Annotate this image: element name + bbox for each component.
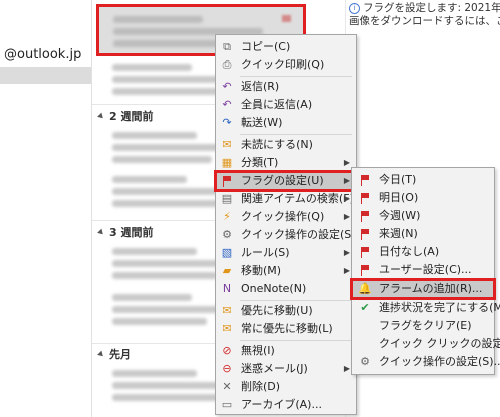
submenu-item-next-week[interactable]: 来週(N) <box>352 225 494 243</box>
message-flag-icon[interactable] <box>282 15 291 22</box>
menu-item-categorize[interactable]: ▦ 分類(T) ▶ <box>216 154 356 172</box>
unread-icon: ✉ <box>222 138 232 151</box>
categorize-icon: ▦ <box>221 156 233 169</box>
always-move-focused-icon: ✉ <box>222 322 232 335</box>
flag-today-icon <box>358 173 372 187</box>
collapse-triangle-icon <box>97 228 105 236</box>
delete-icon: ✕ <box>222 380 232 393</box>
flag-tomorrow-icon <box>358 191 372 205</box>
flag-this-week-icon <box>358 209 372 223</box>
menu-item-rules[interactable]: ▧ ルール(S) ▶ <box>216 244 356 262</box>
menu-item-quick-steps[interactable]: ⚡ クイック操作(Q) ▶ <box>216 208 356 226</box>
rules-icon: ▧ <box>221 246 233 259</box>
menu-item-copy[interactable]: ⧉ コピー(C) <box>216 38 356 56</box>
menu-item-move-to-focused[interactable]: ✉ 優先に移動(U) <box>216 302 356 320</box>
info-bar[interactable]: iフラグを設定します: 2021年9月13日 画像をダウンロードするには、ここを… <box>349 2 500 28</box>
menu-item-move[interactable]: ▰ 移動(M) ▶ <box>216 262 356 280</box>
quick-steps-settings-icon: ⚙ <box>222 228 232 241</box>
context-menu: ⧉ コピー(C) ⎙ クイック印刷(Q) ↶ 返信(R) ↶ 全員に返信(A) … <box>214 34 366 415</box>
outlook-window: @outlook.jp 2 週間前 3 週間前 先月 i フラグを設定します: … <box>0 0 500 417</box>
reply-icon: ↶ <box>222 80 232 93</box>
flag-submenu: 今日(T) 明日(O) 今週(W) 来週(N) 日付なし(A) ユーザー設定(C… <box>350 167 500 375</box>
archive-icon: ▭ <box>221 398 233 411</box>
move-to-focused-icon: ✉ <box>222 304 232 317</box>
quick-steps-icon: ⚡ <box>223 210 231 223</box>
menu-item-always-move-to-focused[interactable]: ✉ 常に優先に移動(L) <box>216 320 356 338</box>
menu-item-delete[interactable]: ✕ 削除(D) <box>216 378 356 396</box>
submenu-arrow-icon: ▶ <box>343 158 350 167</box>
ignore-icon: ⊘ <box>222 344 232 357</box>
flag-custom-icon <box>358 263 372 277</box>
forward-icon: ↷ <box>222 116 232 129</box>
collapse-triangle-icon <box>97 350 105 358</box>
submenu-arrow-icon: ▶ <box>343 212 350 221</box>
info-icon: i <box>349 2 360 14</box>
menu-item-onenote[interactable]: N OneNote(N) <box>216 280 356 298</box>
submenu-arrow-icon: ▶ <box>343 266 350 275</box>
menu-item-follow-up[interactable]: フラグの設定(U) ▶ <box>214 170 358 192</box>
submenu-arrow-icon: ▶ <box>343 176 350 185</box>
submenu-arrow-icon: ▶ <box>343 364 350 373</box>
menu-item-reply-all[interactable]: ↶ 全員に返信(A) <box>216 96 356 114</box>
reply-all-icon: ↶ <box>222 98 232 111</box>
quick-steps-settings-icon: ⚙ <box>360 355 370 368</box>
find-related-icon: ▤ <box>221 192 233 205</box>
onenote-icon: N <box>222 282 232 295</box>
menu-item-archive[interactable]: ▭ アーカイブ(A)... <box>216 396 356 414</box>
account-email[interactable]: @outlook.jp <box>4 47 81 62</box>
flag-icon <box>220 174 234 188</box>
check-icon: ✔ <box>360 301 370 314</box>
folder-pane: @outlook.jp <box>0 0 92 417</box>
alarm-icon: 🔔 <box>358 282 372 295</box>
submenu-item-no-date[interactable]: 日付なし(A) <box>352 243 494 261</box>
print-icon: ⎙ <box>222 58 232 71</box>
menu-item-quick-steps-settings[interactable]: ⚙ クイック操作の設定(S)... <box>216 226 366 244</box>
submenu-arrow-icon: ▶ <box>343 194 350 203</box>
submenu-item-add-reminder[interactable]: 🔔 アラームの追加(R)... <box>350 278 496 300</box>
menu-item-find-related[interactable]: ▤ 関連アイテムの検索(F) ▶ <box>216 190 356 208</box>
menu-item-reply[interactable]: ↶ 返信(R) <box>216 78 356 96</box>
menu-item-mark-unread[interactable]: ✉ 未読にする(N) <box>216 136 356 154</box>
submenu-item-clear-flag[interactable]: フラグをクリア(E) <box>352 317 494 335</box>
collapse-triangle-icon <box>97 112 105 120</box>
submenu-item-custom[interactable]: ユーザー設定(C)... <box>352 261 494 279</box>
submenu-item-set-quick-click[interactable]: クイック クリックの設定(Q)... <box>352 335 500 353</box>
copy-icon: ⧉ <box>223 40 231 53</box>
flag-no-date-icon <box>358 245 372 259</box>
junk-icon: ⊖ <box>222 362 232 375</box>
move-icon: ▰ <box>222 264 232 277</box>
menu-item-forward[interactable]: ↷ 転送(W) <box>216 114 356 132</box>
submenu-item-this-week[interactable]: 今週(W) <box>352 207 494 225</box>
menu-item-junk[interactable]: ⊖ 迷惑メール(J) ▶ <box>216 360 356 378</box>
submenu-item-today[interactable]: 今日(T) <box>352 171 494 189</box>
submenu-item-mark-complete[interactable]: ✔ 進捗状況を完了にする(M) <box>352 299 500 317</box>
flag-next-week-icon <box>358 227 372 241</box>
selected-folder[interactable] <box>0 67 91 84</box>
submenu-arrow-icon: ▶ <box>343 248 350 257</box>
menu-item-ignore[interactable]: ⊘ 無視(I) <box>216 342 356 360</box>
submenu-item-tomorrow[interactable]: 明日(O) <box>352 189 494 207</box>
submenu-item-quick-steps-settings[interactable]: ⚙ クイック操作の設定(S)... <box>352 353 500 371</box>
menu-item-quick-print[interactable]: ⎙ クイック印刷(Q) <box>216 56 356 74</box>
